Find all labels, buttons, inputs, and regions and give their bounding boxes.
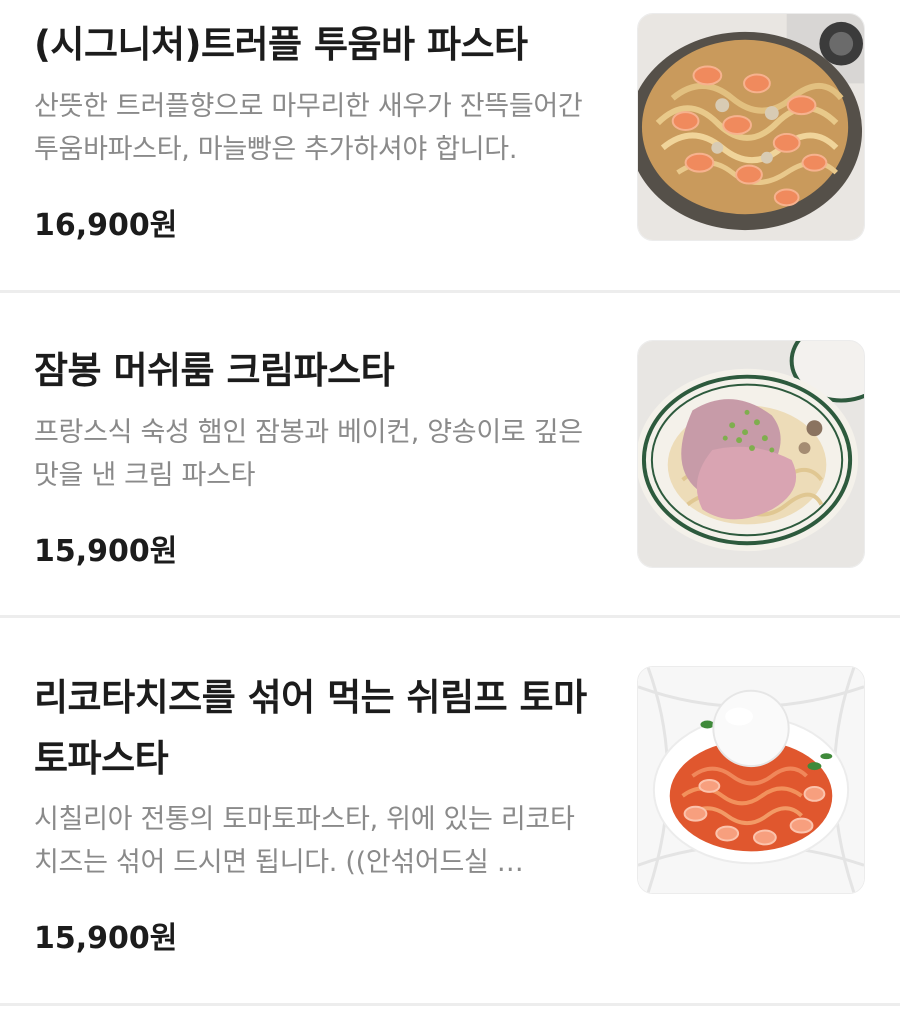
menu-item-price: 16,900원	[34, 208, 178, 243]
menu-item-name: (시그니처)트러플 투움바 파스타	[34, 23, 528, 66]
menu-item[interactable]: 잠봉 머쉬룸 크림파스타 프랑스식 숙성 햄인 잠봉과 베이컨, 양송이로 깊은…	[0, 293, 900, 615]
pasta-skillet-image	[638, 14, 864, 240]
menu-item-photo[interactable]	[637, 13, 865, 241]
menu-item-price: 15,900원	[34, 534, 178, 569]
menu-item-photo[interactable]	[637, 340, 865, 568]
menu-item-name: 잠봉 머쉬룸 크림파스타	[34, 349, 395, 392]
menu-item-description: 시칠리아 전통의 토마토파스타, 위에 있는 리코타치즈는 섞어 드시면 됩니다…	[34, 804, 575, 878]
menu-item-photo[interactable]	[637, 666, 865, 894]
menu-item[interactable]: 리코타치즈를 섞어 먹는 쉬림프 토마토파스타 시칠리아 전통의 토마토파스타,…	[0, 618, 900, 1003]
divider	[0, 1003, 900, 1006]
menu-item-description: 산뜻한 트러플향으로 마무리한 새우가 잔뜩들어간 투움바파스타, 마늘빵은 추…	[34, 91, 583, 165]
menu-item-price: 15,900원	[34, 921, 178, 956]
menu-item[interactable]: (시그니처)트러플 투움바 파스타 산뜻한 트러플향으로 마무리한 새우가 잔뜩…	[0, 0, 900, 290]
menu-list: (시그니처)트러플 투움바 파스타 산뜻한 트러플향으로 마무리한 새우가 잔뜩…	[0, 0, 900, 1012]
menu-item-description: 프랑스식 숙성 햄인 잠봉과 베이컨, 양송이로 깊은 맛을 낸 크림 파스타	[34, 417, 583, 491]
cream-pasta-image	[638, 341, 864, 567]
tomato-pasta-image	[638, 667, 864, 893]
menu-item-name: 리코타치즈를 섞어 먹는 쉬림프 토마토파스타	[34, 676, 587, 780]
